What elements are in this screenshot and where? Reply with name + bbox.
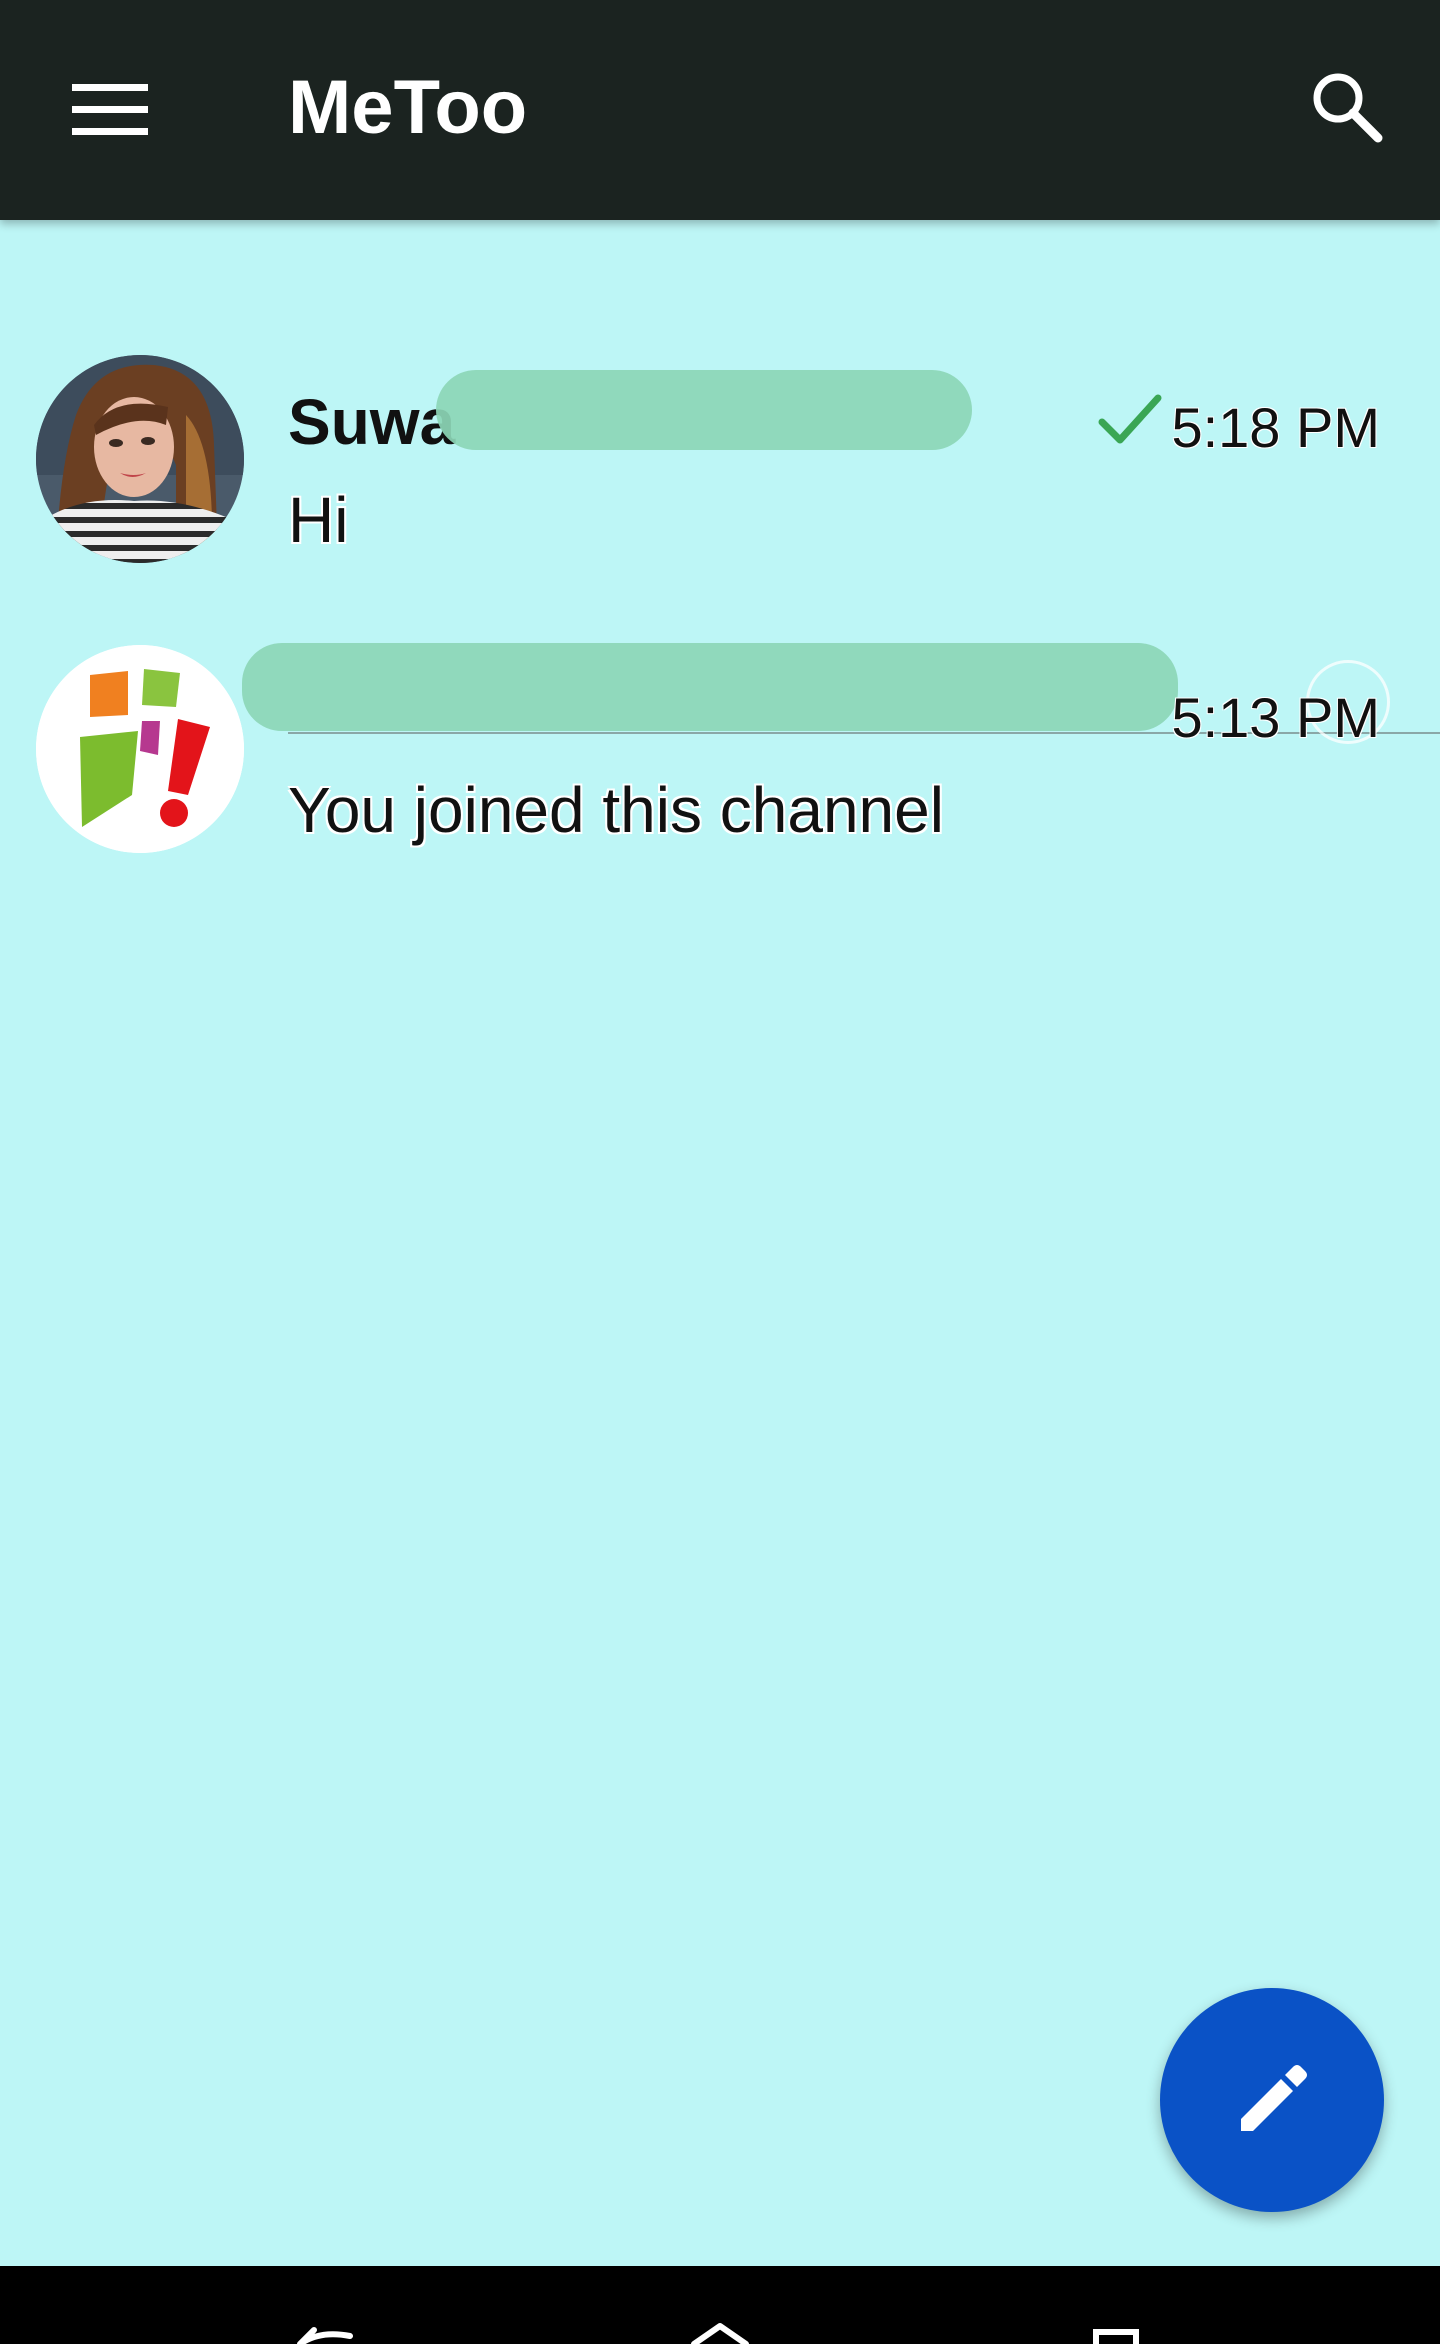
home-button[interactable] [640, 2266, 800, 2344]
pencil-icon [1241, 2065, 1307, 2131]
checkmark-icon [1098, 394, 1162, 444]
back-icon [297, 2327, 353, 2344]
system-nav-bar [0, 2266, 1440, 2344]
app-title: MeToo [288, 65, 528, 150]
recents-button[interactable] [1040, 2266, 1200, 2344]
home-icon [691, 2323, 749, 2344]
hamburger-menu-icon [72, 84, 148, 135]
chat-preview: Hi [288, 484, 349, 556]
search-icon [1313, 73, 1383, 143]
search-button[interactable] [1296, 56, 1396, 156]
chat-name: Suwa [288, 386, 456, 458]
redaction-mark [436, 370, 972, 450]
back-button[interactable] [250, 2266, 410, 2344]
compose-button[interactable] [1160, 1988, 1384, 2212]
menu-button[interactable] [52, 60, 168, 160]
chat-time: 5:18 PM [1171, 396, 1380, 459]
appgeyser-channel-logo[interactable] [36, 645, 244, 853]
chat-list-item[interactable]: 5:13 PM You joined this channel [0, 640, 1440, 930]
chat-list-item[interactable]: Suwa 5:18 PM Hi [0, 350, 1440, 734]
chat-preview: You joined this channel [288, 774, 944, 846]
redaction-mark [242, 643, 1178, 731]
chat-time: 5:13 PM [1171, 686, 1380, 749]
recents-icon [1093, 2329, 1139, 2344]
app-bar: MeToo [0, 0, 1440, 220]
user-photo-avatar[interactable] [36, 355, 244, 563]
